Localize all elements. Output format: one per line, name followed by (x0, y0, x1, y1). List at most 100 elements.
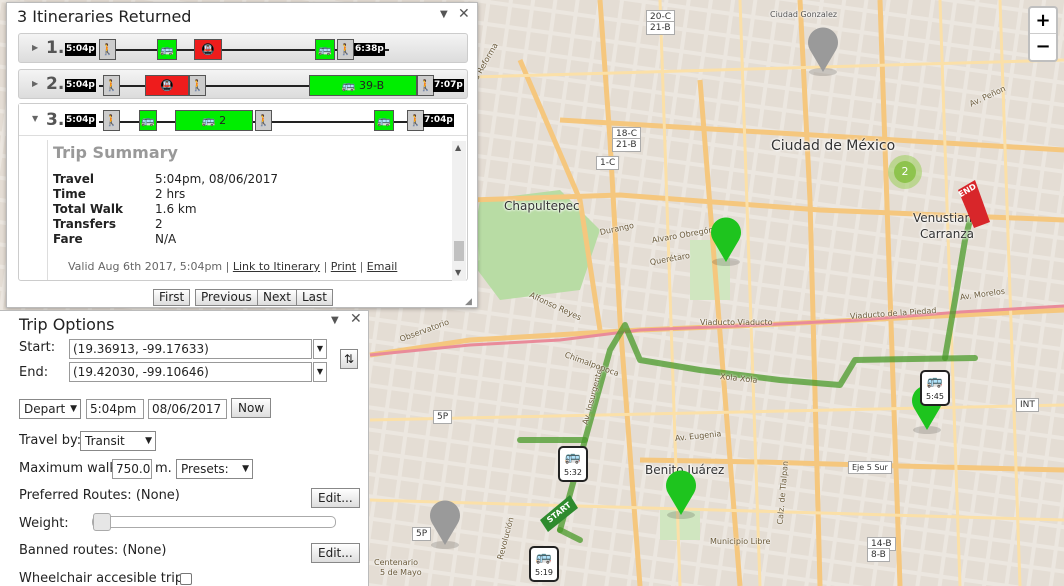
previous-button[interactable]: Previous (195, 289, 258, 306)
trip-options-title: Trip Options (19, 315, 115, 334)
now-button[interactable]: Now (231, 398, 272, 418)
depart-time: 5:04p (65, 79, 96, 92)
scroll-up-icon[interactable]: ▲ (455, 143, 461, 152)
bus-leg-icon: 🚌 (315, 39, 335, 60)
itinerary-row-3-expanded: ▼ 3. 5:04p 🚶 🚌 🚌 2 🚶 🚌 🚶 7:04p Trip Summ… (18, 103, 468, 281)
valid-line: Valid Aug 6th 2017, 5:04pm | Link to Iti… (68, 260, 398, 273)
transit-stop-badge[interactable]: 🚌 5:45 (920, 370, 950, 406)
itinerary-row-1[interactable]: ▶ 1. 5:04p 🚶 🚌 🚇 🚌 🚶 6:38p (18, 33, 468, 63)
weight-slider[interactable] (92, 513, 336, 531)
itinerary-number: 1. (46, 38, 65, 58)
trip-summary: Trip Summary Travel 5:04pm, 08/06/2017 Ti… (47, 140, 427, 280)
scroll-down-icon[interactable]: ▼ (455, 268, 461, 277)
bus-icon: 🚌 (535, 550, 553, 565)
end-input[interactable]: (19.42030, -99.10646) (69, 362, 312, 382)
banned-routes-edit-button[interactable]: Edit... (311, 543, 360, 563)
link-to-itinerary-link[interactable]: Link to Itinerary (233, 260, 320, 273)
summary-scrollbar[interactable]: ▲ ▼ (452, 141, 466, 281)
trip-summary-title: Trip Summary (53, 143, 178, 162)
preferred-routes-label: Preferred Routes: (None) (19, 488, 180, 503)
route-shield: 5P (433, 410, 453, 424)
itinerary-row-2[interactable]: ▶ 2. 5:04p 🚶 🚇 🚶 🚌 39-B 🚶 7:07p (18, 69, 468, 99)
wheelchair-checkbox[interactable] (180, 573, 192, 585)
walk-leg-icon: 🚶 (189, 75, 206, 96)
depart-time: 5:04p (65, 114, 96, 127)
bus-leg-icon: 🚌 (374, 110, 394, 131)
expand-arrow-icon[interactable]: ▶ (32, 79, 38, 88)
zoom-control: + − (1028, 6, 1058, 62)
transit-stop-badge[interactable]: 🚌 5:32 (558, 446, 588, 482)
chevron-down-icon: ▼ (145, 436, 152, 446)
resize-handle-icon[interactable]: ◢ (465, 297, 472, 307)
email-link[interactable]: Email (367, 260, 398, 273)
chevron-down-icon: ▼ (242, 464, 249, 474)
route-shield: 21-B (612, 138, 641, 152)
wheelchair-label: Wheelchair accesible trip: (19, 571, 188, 586)
collapse-arrow-icon[interactable]: ▼ (32, 114, 38, 123)
bus-icon: 🚌 (926, 374, 944, 389)
place-label-venustiano: Venustiano (913, 211, 980, 225)
start-input[interactable]: (19.36913, -99.17633) (69, 339, 312, 359)
zoom-out-button[interactable]: − (1030, 34, 1056, 60)
max-walk-unit: m. (155, 461, 172, 476)
walk-leg-icon: 🚶 (417, 75, 434, 96)
travel-by-label: Travel by: (19, 433, 82, 448)
end-dropdown-button[interactable]: ▼ (313, 362, 327, 382)
walk-leg-icon: 🚶 (99, 39, 116, 60)
bus-leg-icon: 🚌 (157, 39, 177, 60)
slider-handle[interactable] (93, 513, 111, 531)
marker-cluster[interactable]: 2 (888, 155, 922, 189)
walk-leg-icon: 🚶 (255, 110, 272, 131)
date-input[interactable]: 08/06/2017 (148, 399, 227, 419)
preferred-routes-edit-button[interactable]: Edit... (311, 488, 360, 508)
first-button[interactable]: First (153, 289, 191, 306)
minimize-icon[interactable]: ▼ (331, 315, 339, 326)
start-label: Start: (19, 340, 56, 355)
place-label-benito: Benito Juárez (645, 463, 725, 477)
route-shield: 5P (412, 527, 432, 541)
transit-stop-badge[interactable]: 🚌 5:19 (529, 546, 559, 582)
swap-start-end-button[interactable]: ⇅ (340, 349, 358, 369)
start-dropdown-button[interactable]: ▼ (313, 339, 327, 359)
route-shield: 21-B (646, 21, 675, 35)
close-icon[interactable]: ✕ (350, 311, 362, 327)
road-label-centenario: Centenario (374, 558, 419, 567)
arrive-time: 7:07p (433, 79, 464, 92)
route-shield: 1-C (596, 156, 620, 170)
banned-routes-label: Banned routes: (None) (19, 543, 167, 558)
max-walk-label: Maximum walk: (19, 461, 122, 476)
walk-leg-icon: 🚶 (103, 110, 120, 131)
travel-by-select[interactable]: Transit ▼ (80, 431, 156, 451)
arrive-time: 6:38p (354, 43, 385, 56)
place-label-ciudad: Ciudad de México (771, 138, 896, 154)
last-button[interactable]: Last (296, 289, 333, 306)
metro-leg-icon: 🚇 (194, 39, 222, 60)
next-button[interactable]: Next (257, 289, 297, 306)
road-label-viaducto: Viaducto Viaducto (700, 318, 773, 327)
scroll-thumb[interactable] (454, 241, 464, 261)
arrive-time: 7:04p (423, 114, 454, 127)
road-label-municipio: Municipio Libre (710, 537, 771, 546)
place-label-carranza: Carranza (920, 227, 974, 241)
itineraries-panel: 3 Itineraries Returned ▼ ✕ ▶ 1. 5:04p 🚶 … (6, 2, 478, 308)
time-input[interactable]: 5:04pm (86, 399, 144, 419)
itineraries-title: 3 Itineraries Returned (17, 7, 192, 26)
walk-leg-icon: 🚶 (103, 75, 120, 96)
bus-icon: 🚌 (564, 450, 582, 465)
print-link[interactable]: Print (331, 260, 356, 273)
place-label-chapultepec: Chapultepec (504, 199, 580, 213)
road-label-cinco-mayo: 5 de Mayo (380, 568, 422, 577)
expand-arrow-icon[interactable]: ▶ (32, 43, 38, 52)
zoom-in-button[interactable]: + (1030, 8, 1056, 34)
minimize-icon[interactable]: ▼ (440, 9, 448, 20)
walk-leg-icon: 🚶 (407, 110, 424, 131)
weight-label: Weight: (19, 516, 69, 531)
itinerary-row-3[interactable]: ▼ 3. 5:04p 🚶 🚌 🚌 2 🚶 🚌 🚶 7:04p (19, 104, 467, 136)
itinerary-number: 3. (46, 110, 65, 130)
depart-select[interactable]: Depart ▼ (19, 399, 81, 419)
road-label-eje5: Eje 5 Sur (848, 461, 892, 474)
bus-leg-icon: 🚌 (139, 110, 157, 131)
close-icon[interactable]: ✕ (458, 6, 470, 22)
presets-select[interactable]: Presets: ▼ (176, 459, 253, 479)
max-walk-input[interactable]: 750.0( (112, 459, 152, 479)
